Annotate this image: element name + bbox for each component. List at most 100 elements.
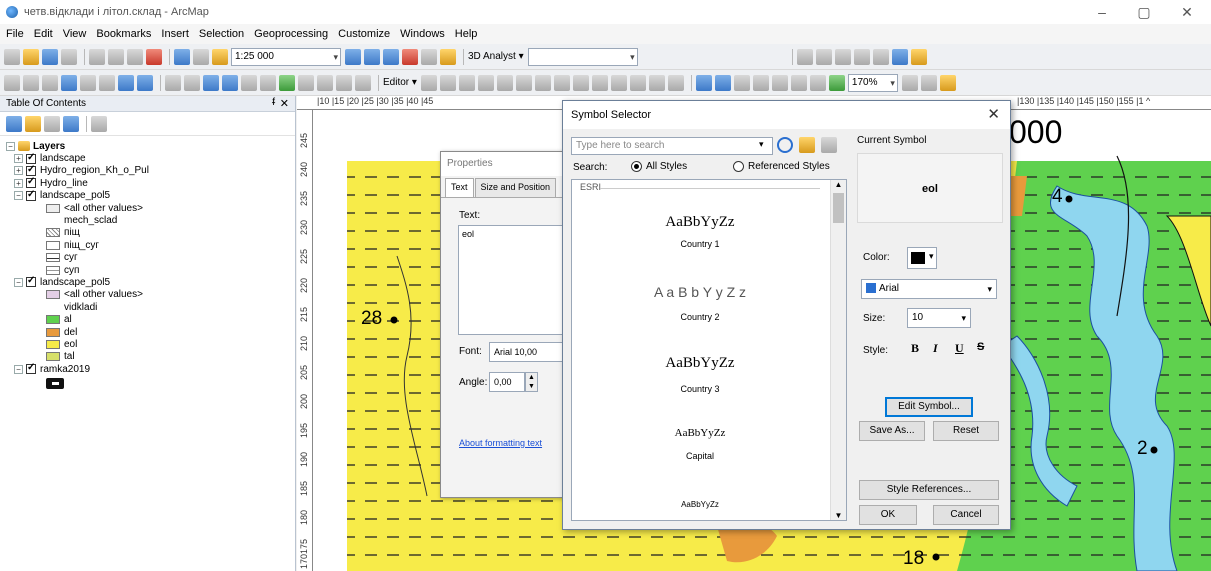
- collapse-icon[interactable]: −: [14, 364, 23, 374]
- layer-visibility-checkbox[interactable]: [26, 189, 36, 201]
- layer-visibility-checkbox[interactable]: [26, 362, 36, 375]
- pan-icon[interactable]: [42, 74, 58, 91]
- fixed-zoom-in-layout-icon[interactable]: [790, 74, 807, 91]
- symbol-item[interactable]: AaBbYyZz Country 1: [572, 214, 828, 249]
- measure-icon[interactable]: [279, 74, 295, 91]
- redo-icon[interactable]: [193, 48, 209, 65]
- toc-close-icon[interactable]: ✕: [280, 97, 289, 110]
- hyperlink-icon[interactable]: [241, 74, 257, 91]
- menu-customize[interactable]: Customize: [338, 28, 390, 40]
- maximize-button[interactable]: ▢: [1127, 0, 1161, 24]
- menu-bookmarks[interactable]: Bookmarks: [96, 28, 151, 40]
- toggle-draft-icon[interactable]: [828, 74, 845, 91]
- tab-text[interactable]: Text: [445, 178, 474, 197]
- view-mode-icon[interactable]: [821, 137, 837, 153]
- collapse-icon[interactable]: −: [6, 141, 15, 151]
- color-picker[interactable]: ▾: [907, 247, 937, 269]
- cut-icon[interactable]: [89, 48, 105, 65]
- delete-icon[interactable]: [146, 48, 162, 65]
- layer-row[interactable]: − landscape_pol5: [6, 189, 295, 202]
- find-icon[interactable]: [298, 74, 314, 91]
- rotate-icon[interactable]: [610, 74, 627, 91]
- fixed-zoom-in-icon[interactable]: [80, 74, 96, 91]
- symbol-item[interactable]: AaBbYyZz Country 3: [572, 355, 828, 394]
- layout-zoom-out-icon[interactable]: [714, 74, 731, 91]
- go-to-xy-icon[interactable]: [336, 74, 352, 91]
- angle-spinner[interactable]: ▲ ▼: [525, 372, 538, 392]
- menu-geoprocessing[interactable]: Geoprocessing: [254, 28, 328, 40]
- endpoint-arc-icon[interactable]: [477, 74, 494, 91]
- globe-icon[interactable]: [891, 48, 908, 65]
- legend-row[interactable]: <all other values>: [6, 289, 295, 301]
- text-input[interactable]: eol: [458, 225, 568, 335]
- edit-annotation-icon[interactable]: [439, 74, 456, 91]
- select-features-icon[interactable]: [165, 74, 181, 91]
- strikethrough-button[interactable]: S: [977, 341, 984, 353]
- model-builder-icon[interactable]: [440, 48, 456, 65]
- zoom-whole-page-icon[interactable]: [752, 74, 769, 91]
- expand-icon[interactable]: +: [14, 178, 23, 188]
- referenced-styles-radio[interactable]: Referenced Styles: [733, 161, 830, 172]
- legend-row[interactable]: del: [6, 326, 295, 338]
- legend-row[interactable]: [6, 375, 295, 391]
- undo-icon[interactable]: [174, 48, 190, 65]
- find-route-icon[interactable]: [317, 74, 333, 91]
- list-by-drawing-order-icon[interactable]: [6, 115, 22, 132]
- list-by-selection-icon[interactable]: [63, 115, 79, 132]
- layer-row[interactable]: + Hydro_line: [6, 176, 295, 189]
- python-window-icon[interactable]: [421, 48, 437, 65]
- edit-tool-icon[interactable]: [420, 74, 437, 91]
- layer-visibility-checkbox[interactable]: [26, 164, 36, 176]
- layer-row[interactable]: + landscape: [6, 152, 295, 164]
- map-scale-combo[interactable]: 1:25 000: [231, 47, 341, 66]
- open-icon[interactable]: [23, 48, 39, 65]
- zoom-out-icon[interactable]: [23, 74, 39, 91]
- layout-zoom-in-icon[interactable]: [695, 74, 712, 91]
- back-extent-icon[interactable]: [118, 74, 134, 91]
- copy-icon[interactable]: [108, 48, 124, 65]
- paste-icon[interactable]: [127, 48, 143, 65]
- 3d-analyst-dropdown[interactable]: 3D Analyst ▾: [468, 51, 524, 62]
- expand-icon[interactable]: +: [14, 154, 23, 164]
- layout-pan-icon[interactable]: [733, 74, 750, 91]
- add-data-icon[interactable]: [212, 48, 228, 65]
- symbol-item[interactable]: AaBbYyZz Capital: [572, 427, 828, 461]
- forward-extent-icon[interactable]: [137, 74, 153, 91]
- legend-row[interactable]: <all other values>: [6, 202, 295, 214]
- symbol-item[interactable]: A a B b Y y Z z Country 2: [572, 284, 828, 322]
- cut-polygons-icon[interactable]: [572, 74, 589, 91]
- menu-insert[interactable]: Insert: [161, 28, 189, 40]
- layer-visibility-checkbox[interactable]: [26, 176, 36, 189]
- tab-size-and-position[interactable]: Size and Position: [474, 178, 557, 197]
- legend-row[interactable]: суп: [6, 264, 295, 276]
- symbol-list[interactable]: ESRI AaBbYyZz Country 1 A a B b Y y Z z …: [571, 179, 847, 521]
- expand-icon[interactable]: +: [14, 166, 23, 176]
- font-combo[interactable]: Arial ▾: [861, 279, 997, 299]
- scroll-down-icon[interactable]: ▼: [831, 511, 846, 520]
- legend-row[interactable]: піщ_суг: [6, 239, 295, 251]
- italic-button[interactable]: I: [933, 341, 938, 356]
- attributes-icon[interactable]: [629, 74, 646, 91]
- symbol-item[interactable]: AaBbYyZz: [572, 500, 828, 509]
- zoom-in-icon[interactable]: [4, 74, 20, 91]
- layer-row[interactable]: − landscape_pol5: [6, 275, 295, 288]
- close-button[interactable]: ✕: [1170, 0, 1204, 24]
- create-features-icon[interactable]: [667, 74, 684, 91]
- sketch-properties-icon[interactable]: [648, 74, 665, 91]
- legend-row[interactable]: al: [6, 313, 295, 325]
- 3d-tool-icon[interactable]: [872, 48, 889, 65]
- catalog-window-icon[interactable]: [383, 48, 399, 65]
- pin-icon[interactable]: ᵮ: [272, 97, 275, 108]
- zoom-100-icon[interactable]: [771, 74, 788, 91]
- fixed-zoom-out-layout-icon[interactable]: [809, 74, 826, 91]
- list-by-visibility-icon[interactable]: [44, 115, 60, 132]
- editor-toolbar-icon[interactable]: [345, 48, 361, 65]
- edit-symbol-button[interactable]: Edit Symbol...: [885, 397, 973, 417]
- menu-help[interactable]: Help: [455, 28, 478, 40]
- clear-selection-icon[interactable]: [184, 74, 200, 91]
- point-icon[interactable]: [515, 74, 532, 91]
- layer-visibility-checkbox[interactable]: [26, 275, 36, 288]
- layout-zoom-combo[interactable]: 170%: [847, 73, 898, 92]
- change-layout-icon[interactable]: [920, 74, 937, 91]
- symbol-list-scrollbar[interactable]: ▲ ▼: [830, 180, 846, 520]
